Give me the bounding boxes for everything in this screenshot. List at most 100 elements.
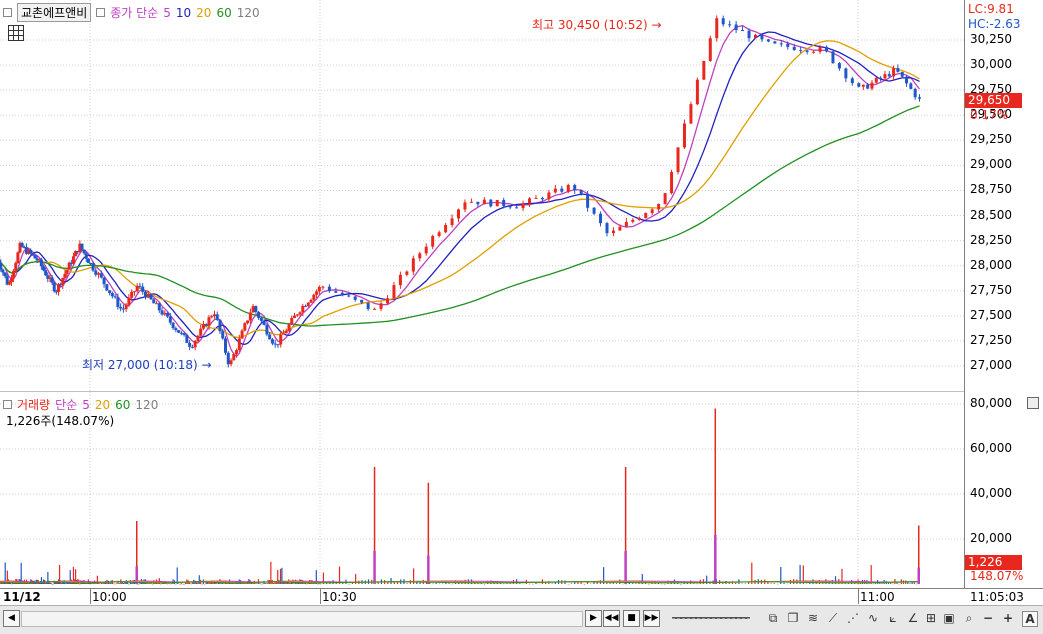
candle xyxy=(318,287,321,291)
candle xyxy=(741,30,744,31)
scrollbar-track[interactable] xyxy=(21,611,583,627)
volume-bar xyxy=(349,584,350,585)
candle xyxy=(341,293,344,296)
candle xyxy=(677,147,680,172)
volume-bar xyxy=(116,583,117,584)
x-tick-mark xyxy=(320,588,321,604)
vma60-label: 60 xyxy=(115,398,130,412)
current-volume-pct: 148.07% xyxy=(970,569,1023,583)
save-icon[interactable]: ▣ xyxy=(942,611,956,625)
chart-settings-icon[interactable]: ⊞ xyxy=(924,611,938,625)
candle xyxy=(334,291,337,293)
candle xyxy=(141,287,144,292)
price-y-tick: 27,750 xyxy=(970,283,1012,297)
candle xyxy=(279,335,282,345)
volume-bar xyxy=(261,584,262,585)
candle xyxy=(735,25,738,31)
volume-bar xyxy=(189,583,190,584)
candle xyxy=(901,72,904,77)
current-price-tag: 29,650 xyxy=(965,93,1022,108)
candle xyxy=(515,207,518,208)
candle xyxy=(405,272,408,275)
volume-bar xyxy=(199,575,200,584)
volume-bar xyxy=(306,584,307,585)
volume-bar xyxy=(85,583,86,584)
volume-bar xyxy=(113,584,114,585)
volume-bar xyxy=(390,578,391,584)
candle xyxy=(438,232,441,236)
rewind-button[interactable]: ◀◀ xyxy=(603,610,620,627)
candle xyxy=(254,306,257,312)
scroll-up-icon[interactable] xyxy=(1027,397,1039,409)
copy-icon[interactable]: ❐ xyxy=(786,611,800,625)
volume-bar xyxy=(255,583,256,584)
trend-tool-icon[interactable]: ⋰ xyxy=(846,611,860,625)
candle xyxy=(33,255,36,258)
candle xyxy=(380,303,383,309)
zoom-out-icon[interactable]: − xyxy=(981,611,995,625)
volume-bar xyxy=(184,584,185,585)
forward-button[interactable]: ▶▶ xyxy=(643,610,660,627)
candle xyxy=(152,299,155,303)
candle xyxy=(8,282,11,284)
line-tool-icon[interactable]: ⟋ xyxy=(826,611,840,625)
candle xyxy=(4,273,7,277)
volume-bar xyxy=(152,584,153,585)
candle xyxy=(605,223,608,233)
candle xyxy=(138,286,141,287)
candle xyxy=(299,312,302,314)
candle xyxy=(16,252,19,263)
volume-y-tick: 20,000 xyxy=(970,531,1012,545)
candle xyxy=(72,256,75,264)
candle xyxy=(227,353,230,364)
volume-bar xyxy=(131,583,132,584)
volume-bar xyxy=(680,584,681,585)
draw-tool-icon[interactable]: ≋ xyxy=(806,611,820,625)
candle xyxy=(276,344,279,345)
stop-button[interactable]: ■ xyxy=(623,610,640,627)
volume-bar xyxy=(783,583,784,584)
volume-bar xyxy=(648,584,649,585)
window-icon[interactable]: ⧉ xyxy=(766,611,780,625)
angle-tool-icon[interactable]: ∠ xyxy=(906,611,920,625)
fan-tool-icon[interactable]: ⟀ xyxy=(886,611,900,625)
volume-bar xyxy=(168,583,169,584)
candle xyxy=(651,209,654,213)
volume-bar xyxy=(635,583,636,584)
candle xyxy=(285,331,288,333)
price-chart[interactable] xyxy=(0,0,965,392)
candle xyxy=(293,316,296,318)
volume-bar xyxy=(394,582,395,584)
candle xyxy=(547,192,550,199)
volume-bar xyxy=(100,583,101,584)
volume-chart[interactable] xyxy=(0,392,965,587)
legend-square-icon xyxy=(3,400,12,409)
volume-bar xyxy=(210,583,211,584)
scroll-right-button[interactable]: ▶ xyxy=(585,610,602,627)
zoom-slider[interactable] xyxy=(672,617,750,619)
vma120-label: 120 xyxy=(135,398,158,412)
volume-bar xyxy=(317,584,318,585)
scroll-left-button[interactable]: ◀ xyxy=(3,610,20,627)
candle xyxy=(243,323,246,330)
candle xyxy=(172,323,175,328)
candle xyxy=(136,286,139,291)
price-y-tick: 28,250 xyxy=(970,233,1012,247)
candle xyxy=(210,316,213,317)
font-icon[interactable]: A xyxy=(1022,611,1038,627)
search-icon[interactable]: ⌕ xyxy=(962,611,976,625)
zoom-in-icon[interactable]: + xyxy=(1001,611,1015,625)
legend-square-icon xyxy=(3,8,12,17)
candle xyxy=(312,295,315,300)
volume-bar xyxy=(49,583,50,584)
volume-bar xyxy=(751,563,752,584)
wave-tool-icon[interactable]: ∿ xyxy=(866,611,880,625)
volume-bar xyxy=(290,583,291,584)
volume-bar xyxy=(266,583,267,584)
current-change: 0.17% xyxy=(970,108,1008,122)
grid-table-icon[interactable] xyxy=(8,25,24,41)
volume-bar xyxy=(696,584,697,585)
volume-bar xyxy=(616,583,617,584)
stock-name[interactable]: 교촌에프앤비 xyxy=(17,3,91,22)
candle xyxy=(296,314,299,315)
